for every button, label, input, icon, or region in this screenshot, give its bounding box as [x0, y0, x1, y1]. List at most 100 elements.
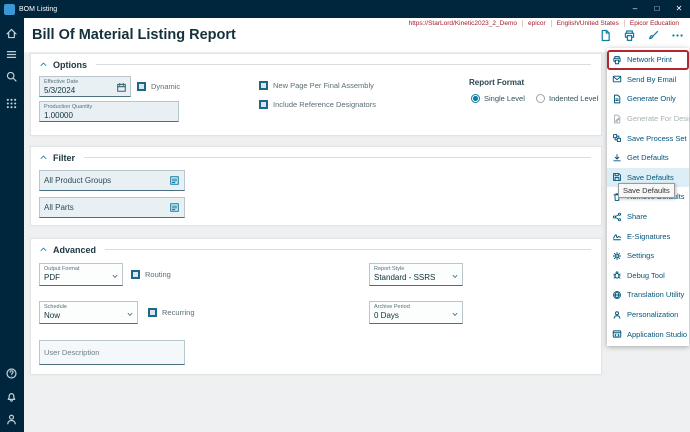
printer-icon: [612, 55, 622, 65]
menu-item-label: Application Studio: [627, 330, 687, 339]
minimize-button[interactable]: –: [624, 0, 646, 18]
sidebar-menu-button[interactable]: [5, 48, 19, 62]
user-description-label: User Description: [44, 348, 99, 357]
sidebar-notifications-button[interactable]: [5, 390, 19, 404]
maximize-button[interactable]: □: [646, 0, 668, 18]
ellipsis-icon: [671, 29, 684, 42]
sidebar-search-button[interactable]: [5, 70, 19, 84]
recurring-label: Recurring: [162, 308, 195, 317]
sidebar-help-button[interactable]: [5, 367, 19, 381]
product-groups-field[interactable]: All Product Groups: [39, 170, 185, 191]
menu-item-e-signatures[interactable]: E-Signatures: [607, 226, 689, 246]
parts-field[interactable]: All Parts: [39, 197, 185, 218]
report-style-select[interactable]: Report Style Standard - SSRS: [369, 263, 463, 286]
menu-item-save-process-set[interactable]: Save Process Set: [607, 128, 689, 148]
browse-list-icon: [169, 202, 180, 213]
chevron-down-icon: [451, 272, 459, 280]
parts-browse-button[interactable]: [169, 202, 180, 213]
window-controls: – □ ✕: [624, 0, 690, 18]
environment-link[interactable]: https://StarLord/Kinetic2023_2_Demo: [404, 20, 522, 27]
menu-item-label: Settings: [627, 251, 654, 260]
signature-icon: [612, 231, 622, 241]
sidebar-apps-button[interactable]: [5, 97, 19, 111]
education-link[interactable]: Epicor Education: [624, 20, 684, 27]
advanced-collapse-button[interactable]: [39, 245, 48, 254]
production-quantity-field[interactable]: Production Quantity 1.00000: [39, 101, 179, 122]
output-format-select[interactable]: Output Format PDF: [39, 263, 123, 286]
archive-period-value: 0 Days: [374, 311, 448, 321]
output-format-label: Output Format: [44, 266, 108, 273]
menu-item-label: Share: [627, 212, 647, 221]
menu-item-get-defaults[interactable]: Get Defaults: [607, 148, 689, 168]
menu-item-settings[interactable]: Settings: [607, 246, 689, 266]
divider: [84, 157, 591, 158]
advanced-panel-header: Advanced: [39, 244, 591, 255]
menu-item-personalization[interactable]: Personalization: [607, 305, 689, 325]
help-icon: [5, 367, 18, 380]
apps-grid-icon: [5, 97, 18, 110]
calendar-icon: [116, 82, 127, 93]
advanced-panel: Advanced Output Format PDF Routing Repor…: [30, 238, 602, 375]
sidebar-user-button[interactable]: [5, 413, 19, 427]
filter-collapse-button[interactable]: [39, 153, 48, 162]
recurring-checkbox[interactable]: [148, 308, 157, 317]
routing-checkbox[interactable]: [131, 270, 140, 279]
options-collapse-button[interactable]: [39, 60, 48, 69]
effective-date-value: 5/3/2024: [44, 86, 126, 96]
report-format-label: Report Format: [469, 78, 524, 87]
chevron-up-icon: [39, 245, 48, 254]
preview-document-icon: [599, 29, 612, 42]
titlebar: BOM Listing – □ ✕: [0, 0, 690, 18]
chevron-down-icon: [451, 310, 459, 318]
product-groups-browse-button[interactable]: [169, 175, 180, 186]
menu-item-debug-tool[interactable]: Debug Tool: [607, 266, 689, 286]
home-icon: [5, 27, 18, 40]
advanced-panel-title: Advanced: [53, 245, 96, 255]
menu-item-label: Translation Utility: [627, 290, 684, 299]
locale-link[interactable]: English/United States: [551, 20, 624, 27]
hamburger-menu-icon: [5, 48, 18, 61]
menu-item-translation-utility[interactable]: Translation Utility: [607, 285, 689, 305]
sidebar-home-button[interactable]: [5, 27, 19, 41]
report-style-label: Report Style: [374, 266, 448, 273]
design-tools-button[interactable]: [647, 29, 660, 42]
filter-panel-header: Filter: [39, 152, 591, 163]
indented-level-label: Indented Level: [549, 94, 598, 103]
include-ref-checkbox-row: Include Reference Designators: [259, 100, 376, 109]
chevron-down-icon: [111, 272, 119, 280]
bell-icon: [5, 390, 18, 403]
menu-item-share[interactable]: Share: [607, 207, 689, 227]
search-icon: [5, 70, 18, 83]
sidebar: [0, 18, 24, 432]
calendar-button[interactable]: [116, 82, 127, 93]
browse-list-icon: [169, 175, 180, 186]
menu-item-generate-for-design[interactable]: Generate For Design: [607, 109, 689, 129]
single-level-radio[interactable]: [471, 94, 480, 103]
archive-period-select[interactable]: Archive Period 0 Days: [369, 301, 463, 324]
gear-icon: [612, 251, 622, 261]
include-reference-designators-checkbox[interactable]: [259, 100, 268, 109]
menu-item-generate-only[interactable]: Generate Only: [607, 89, 689, 109]
new-page-per-final-assembly-checkbox[interactable]: [259, 81, 268, 90]
indented-level-radio-row: Indented Level: [536, 94, 598, 103]
download-icon: [612, 153, 622, 163]
person-icon: [612, 310, 622, 320]
close-button[interactable]: ✕: [668, 0, 690, 18]
globe-icon: [612, 290, 622, 300]
effective-date-field[interactable]: Effective Date 5/3/2024: [39, 76, 131, 97]
routing-checkbox-row: Routing: [131, 270, 171, 279]
print-button[interactable]: [623, 29, 636, 42]
account-link[interactable]: epicor: [522, 20, 551, 27]
menu-item-send-by-email[interactable]: Send By Email: [607, 70, 689, 90]
new-page-per-final-assembly-label: New Page Per Final Assembly: [273, 81, 374, 90]
print-preview-button[interactable]: [599, 29, 612, 42]
divider: [105, 249, 591, 250]
menu-item-application-studio[interactable]: Application Studio: [607, 324, 689, 344]
dynamic-checkbox[interactable]: [137, 82, 146, 91]
new-page-checkbox-row: New Page Per Final Assembly: [259, 81, 374, 90]
indented-level-radio[interactable]: [536, 94, 545, 103]
menu-item-network-print[interactable]: Network Print: [607, 50, 689, 70]
overflow-menu-button[interactable]: [671, 29, 684, 42]
schedule-select[interactable]: Schedule Now: [39, 301, 138, 324]
user-description-field[interactable]: User Description: [39, 340, 185, 365]
